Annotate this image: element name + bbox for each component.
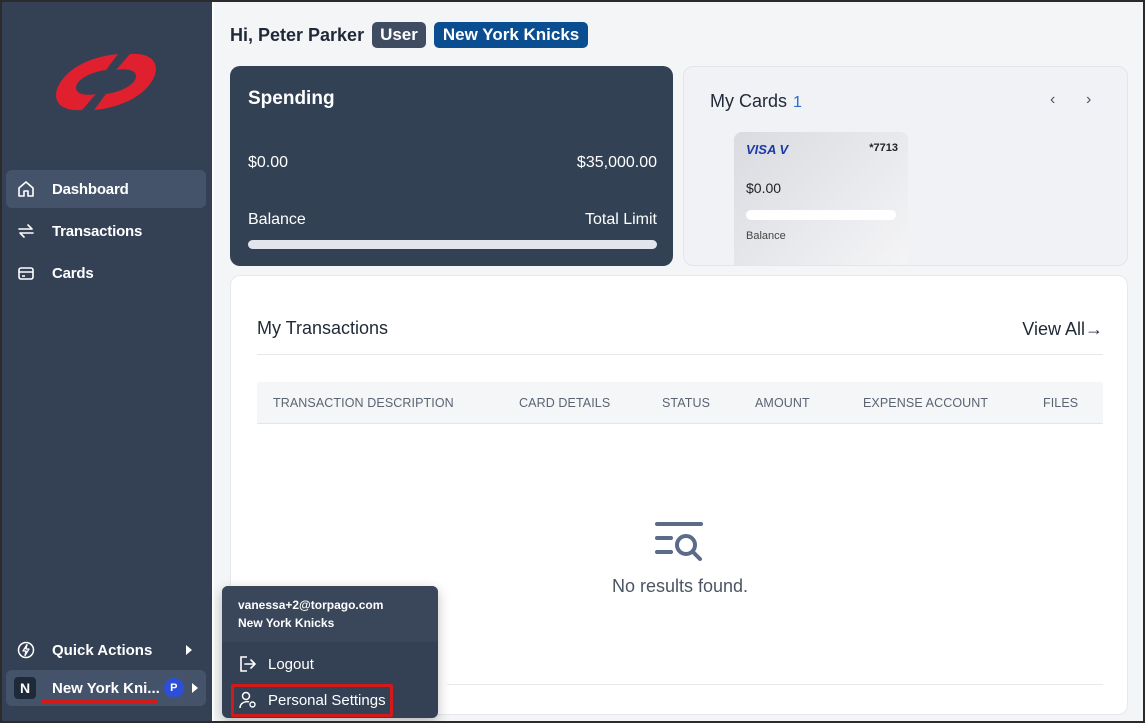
- popup-email: vanessa+2@torpago.com: [238, 598, 384, 612]
- spending-total-limit: $35,000.00: [576, 154, 657, 171]
- card-amount: $0.00: [746, 180, 782, 196]
- popup-header: vanessa+2@torpago.com New York Knicks: [222, 586, 438, 642]
- lightning-icon: [16, 640, 36, 660]
- logout-label: Logout: [268, 655, 314, 673]
- app-window: Dashboard Transactions Cards Quick Actio…: [0, 0, 1145, 723]
- personal-settings-button[interactable]: Personal Settings: [238, 688, 386, 712]
- divider: [447, 684, 1103, 685]
- annotation-underline: [42, 700, 158, 703]
- user-settings-icon: [238, 690, 258, 710]
- sidebar-item-label: Dashboard: [52, 180, 129, 198]
- greeting-text: Hi, Peter Parker: [230, 24, 365, 45]
- sidebar-item-cards[interactable]: Cards: [6, 254, 206, 292]
- chevron-right-icon[interactable]: ›: [1086, 91, 1091, 109]
- sidebar-bottom: Quick Actions N New York Kni... P: [6, 632, 206, 706]
- spending-progress-bar: [248, 240, 657, 249]
- my-cards-label: My Cards: [710, 91, 788, 111]
- card-tile[interactable]: VISA V *7713 $0.00 Balance: [734, 132, 908, 265]
- card-balance-label: Balance: [746, 230, 786, 242]
- sidebar-nav: Dashboard Transactions Cards: [6, 170, 206, 296]
- table-header: TRANSACTION DESCRIPTION CARD DETAILS STA…: [257, 382, 1103, 424]
- org-label: New York Kni...: [52, 679, 160, 697]
- card-progress-bar: [746, 210, 896, 220]
- transactions-title: My Transactions: [257, 318, 389, 338]
- transfer-icon: [16, 221, 36, 241]
- column-header[interactable]: TRANSACTION DESCRIPTION: [273, 396, 454, 410]
- sidebar-item-transactions[interactable]: Transactions: [6, 212, 206, 250]
- column-header[interactable]: STATUS: [662, 396, 710, 410]
- card-number: *7713: [869, 142, 898, 154]
- chevron-right-icon: [191, 683, 198, 693]
- quick-actions-label: Quick Actions: [52, 641, 153, 659]
- column-header[interactable]: EXPENSE ACCOUNT: [863, 396, 988, 410]
- role-badge: User: [372, 22, 426, 48]
- chevron-left-icon[interactable]: ‹: [1050, 91, 1055, 109]
- chevron-right-icon: [186, 645, 192, 655]
- sidebar-item-dashboard[interactable]: Dashboard: [6, 170, 206, 208]
- my-cards-title: My Cards 1: [710, 91, 802, 112]
- visa-logo: VISA V: [746, 142, 789, 157]
- org-initial-avatar: N: [14, 677, 36, 699]
- quick-actions-button[interactable]: Quick Actions: [6, 632, 206, 668]
- home-icon: [16, 179, 36, 199]
- popup-org: New York Knicks: [238, 616, 335, 630]
- greeting-bar: Hi, Peter Parker User New York Knicks: [230, 20, 589, 50]
- column-header[interactable]: AMOUNT: [755, 396, 810, 410]
- my-cards-panel: My Cards 1 ‹ › VISA V *7713 $0.00 Balance: [683, 66, 1128, 266]
- divider: [257, 354, 1103, 355]
- spending-amount: $0.00: [248, 154, 289, 171]
- total-limit-label: Total Limit: [584, 211, 657, 228]
- account-popup-menu: vanessa+2@torpago.com New York Knicks Lo…: [222, 586, 438, 718]
- balance-label: Balance: [248, 211, 306, 228]
- view-all-link[interactable]: View All→: [1022, 319, 1103, 340]
- cards-count: 1: [793, 94, 802, 111]
- profile-badge: P: [163, 678, 184, 698]
- sidebar: Dashboard Transactions Cards Quick Actio…: [2, 2, 212, 721]
- logout-button[interactable]: Logout: [238, 652, 314, 676]
- spending-title: Spending: [248, 88, 335, 109]
- sidebar-item-label: Transactions: [52, 222, 143, 240]
- brand-logo: [56, 53, 156, 111]
- spending-card: Spending $0.00 $35,000.00 Balance Total …: [230, 66, 673, 266]
- card-icon: [16, 263, 36, 283]
- column-header[interactable]: CARD DETAILS: [519, 396, 610, 410]
- sidebar-item-label: Cards: [52, 264, 94, 282]
- personal-settings-label: Personal Settings: [268, 691, 386, 709]
- logout-icon: [238, 654, 258, 674]
- column-header[interactable]: FILES: [1043, 396, 1078, 410]
- empty-search-icon: [655, 522, 703, 561]
- org-badge: New York Knicks: [433, 22, 589, 48]
